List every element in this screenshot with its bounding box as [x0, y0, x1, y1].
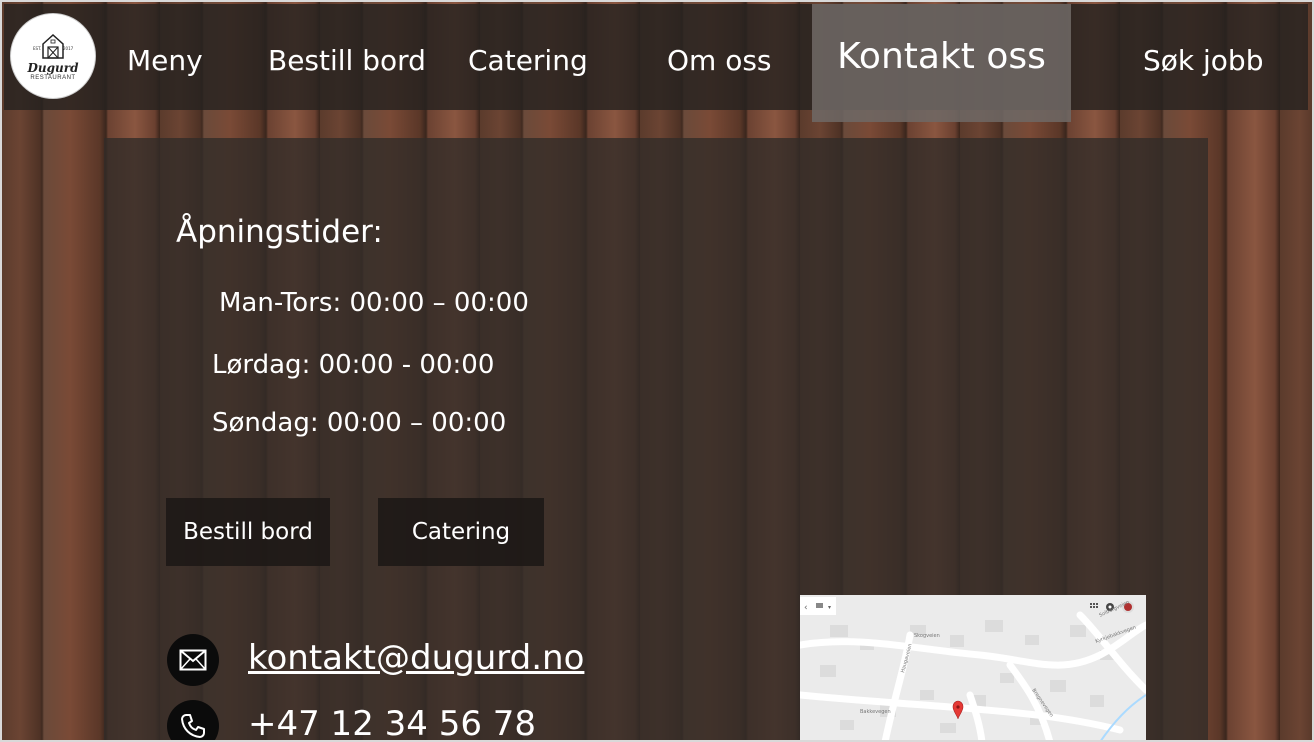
book-table-button[interactable]: Bestill bord [166, 498, 330, 566]
nav-item-bestill-bord[interactable]: Bestill bord [268, 44, 426, 77]
svg-text:Bakkevegen: Bakkevegen [860, 709, 891, 715]
barn-icon: EST. 2017 [33, 33, 73, 59]
svg-text:‹: ‹ [804, 603, 808, 613]
map-canvas: ‹ ▾ Skogveien Solbergveien Kyrkjebakkveg… [800, 595, 1146, 742]
svg-text:EST.: EST. [33, 46, 41, 51]
svg-text:2017: 2017 [63, 46, 73, 51]
logo-subtitle: RESTAURANT [30, 74, 76, 81]
svg-text:▾: ▾ [828, 604, 831, 611]
nav-item-kontakt-oss[interactable]: Kontakt oss [812, 4, 1071, 122]
hours-saturday: Lørdag: 00:00 - 00:00 [212, 350, 495, 380]
opening-hours-title: Åpningstider: [176, 214, 383, 250]
nav-item-catering[interactable]: Catering [468, 44, 588, 77]
nav-item-sok-jobb[interactable]: Søk jobb [1143, 44, 1263, 77]
hours-weekday: Man-Tors: 00:00 – 00:00 [219, 288, 529, 318]
logo-name: Dugurd [27, 60, 79, 75]
restaurant-logo[interactable]: EST. 2017 Dugurd RESTAURANT [10, 13, 96, 99]
catering-button[interactable]: Catering [378, 498, 544, 566]
location-map[interactable]: ‹ ▾ Skogveien Solbergveien Kyrkjebakkveg… [800, 595, 1146, 742]
nav-item-om-oss[interactable]: Om oss [667, 44, 772, 77]
svg-text:Skogveien: Skogveien [914, 633, 940, 639]
envelope-icon [167, 634, 219, 686]
phone-number[interactable]: +47 12 34 56 78 [248, 704, 536, 742]
nav-item-meny[interactable]: Meny [127, 44, 203, 77]
hours-sunday: Søndag: 00:00 – 00:00 [212, 408, 507, 438]
email-link[interactable]: kontakt@dugurd.no [248, 638, 584, 678]
